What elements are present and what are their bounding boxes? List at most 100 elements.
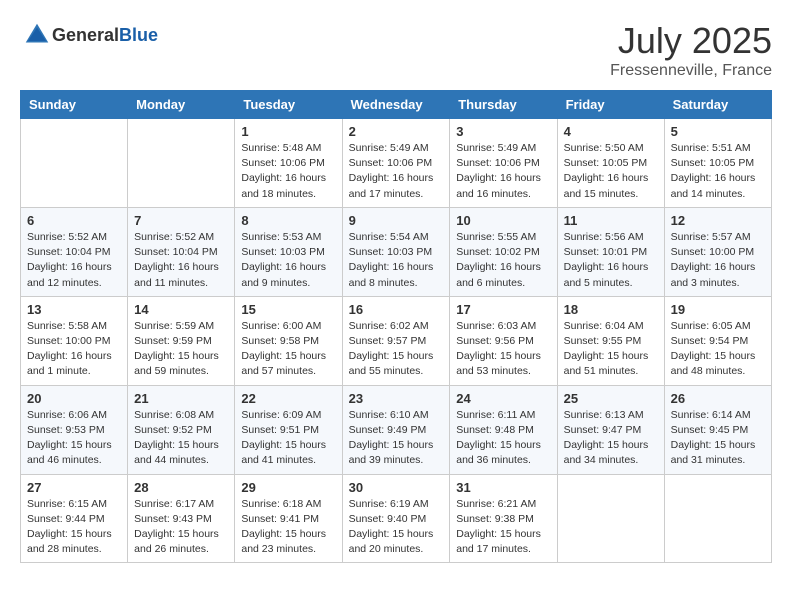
day-header-saturday: Saturday [664,91,771,119]
day-number: 12 [671,213,765,228]
day-info: Sunrise: 6:04 AMSunset: 9:55 PMDaylight:… [564,319,658,380]
day-number: 3 [456,124,550,139]
day-info: Sunrise: 5:55 AMSunset: 10:02 PMDaylight… [456,230,550,291]
day-info: Sunrise: 6:00 AMSunset: 9:58 PMDaylight:… [241,319,335,380]
day-number: 8 [241,213,335,228]
calendar-cell: 17 Sunrise: 6:03 AMSunset: 9:56 PMDayligh… [450,296,557,385]
calendar-cell: 3 Sunrise: 5:49 AMSunset: 10:06 PMDayligh… [450,119,557,208]
calendar-cell: 19 Sunrise: 6:05 AMSunset: 9:54 PMDayligh… [664,296,771,385]
day-number: 10 [456,213,550,228]
calendar-cell [21,119,128,208]
calendar-cell: 12 Sunrise: 5:57 AMSunset: 10:00 PMDaylig… [664,207,771,296]
day-info: Sunrise: 5:49 AMSunset: 10:06 PMDaylight… [349,141,444,202]
calendar-cell: 1 Sunrise: 5:48 AMSunset: 10:06 PMDayligh… [235,119,342,208]
day-info: Sunrise: 5:57 AMSunset: 10:00 PMDaylight… [671,230,765,291]
day-info: Sunrise: 6:13 AMSunset: 9:47 PMDaylight:… [564,408,658,469]
calendar-cell: 13 Sunrise: 5:58 AMSunset: 10:00 PMDaylig… [21,296,128,385]
calendar-week-3: 13 Sunrise: 5:58 AMSunset: 10:00 PMDaylig… [21,296,772,385]
calendar-cell: 29 Sunrise: 6:18 AMSunset: 9:41 PMDayligh… [235,474,342,563]
day-number: 19 [671,302,765,317]
day-info: Sunrise: 6:02 AMSunset: 9:57 PMDaylight:… [349,319,444,380]
day-info: Sunrise: 5:52 AMSunset: 10:04 PMDaylight… [134,230,228,291]
day-number: 25 [564,391,658,406]
calendar-cell: 24Sunrise: 6:11 AMSunset: 9:48 PMDayligh… [450,385,557,474]
day-number: 31 [456,480,550,495]
day-header-sunday: Sunday [21,91,128,119]
title-block: July 2025 Fressenneville, France [610,20,772,80]
day-number: 2 [349,124,444,139]
day-header-thursday: Thursday [450,91,557,119]
day-number: 9 [349,213,444,228]
day-number: 1 [241,124,335,139]
calendar-cell: 15 Sunrise: 6:00 AMSunset: 9:58 PMDayligh… [235,296,342,385]
calendar-cell: 30 Sunrise: 6:19 AMSunset: 9:40 PMDayligh… [342,474,450,563]
calendar-header-row: SundayMondayTuesdayWednesdayThursdayFrid… [21,91,772,119]
day-number: 15 [241,302,335,317]
day-number: 30 [349,480,444,495]
day-info: Sunrise: 5:54 AMSunset: 10:03 PMDaylight… [349,230,444,291]
day-header-monday: Monday [128,91,235,119]
logo-blue-text: Blue [119,25,158,45]
day-header-friday: Friday [557,91,664,119]
calendar-cell [664,474,771,563]
day-number: 4 [564,124,658,139]
day-number: 23 [349,391,444,406]
day-info: Sunrise: 6:15 AMSunset: 9:44 PMDaylight:… [27,497,121,558]
calendar-cell: 27 Sunrise: 6:15 AMSunset: 9:44 PMDayligh… [21,474,128,563]
day-info: Sunrise: 6:05 AMSunset: 9:54 PMDaylight:… [671,319,765,380]
day-number: 17 [456,302,550,317]
calendar-cell: 20 Sunrise: 6:06 AMSunset: 9:53 PMDayligh… [21,385,128,474]
day-info: Sunrise: 6:06 AMSunset: 9:53 PMDaylight:… [27,408,121,469]
calendar-cell: 7Sunrise: 5:52 AMSunset: 10:04 PMDayligh… [128,207,235,296]
day-number: 14 [134,302,228,317]
day-number: 21 [134,391,228,406]
day-header-tuesday: Tuesday [235,91,342,119]
day-number: 29 [241,480,335,495]
day-number: 27 [27,480,121,495]
day-number: 11 [564,213,658,228]
calendar-cell: 4Sunrise: 5:50 AMSunset: 10:05 PMDayligh… [557,119,664,208]
day-header-wednesday: Wednesday [342,91,450,119]
calendar-cell: 6 Sunrise: 5:52 AMSunset: 10:04 PMDayligh… [21,207,128,296]
day-number: 6 [27,213,121,228]
logo: GeneralBlue [20,20,158,50]
day-info: Sunrise: 6:08 AMSunset: 9:52 PMDaylight:… [134,408,228,469]
day-number: 22 [241,391,335,406]
day-info: Sunrise: 5:51 AMSunset: 10:05 PMDaylight… [671,141,765,202]
calendar-week-1: 1 Sunrise: 5:48 AMSunset: 10:06 PMDayligh… [21,119,772,208]
calendar-cell: 14 Sunrise: 5:59 AMSunset: 9:59 PMDayligh… [128,296,235,385]
day-number: 28 [134,480,228,495]
day-number: 5 [671,124,765,139]
day-info: Sunrise: 6:18 AMSunset: 9:41 PMDaylight:… [241,497,335,558]
calendar-week-2: 6 Sunrise: 5:52 AMSunset: 10:04 PMDayligh… [21,207,772,296]
day-info: Sunrise: 6:03 AMSunset: 9:56 PMDaylight:… [456,319,550,380]
day-info: Sunrise: 6:17 AMSunset: 9:43 PMDaylight:… [134,497,228,558]
calendar-cell: 18 Sunrise: 6:04 AMSunset: 9:55 PMDayligh… [557,296,664,385]
day-info: Sunrise: 6:11 AMSunset: 9:48 PMDaylight:… [456,408,550,469]
calendar-cell: 2 Sunrise: 5:49 AMSunset: 10:06 PMDayligh… [342,119,450,208]
day-number: 18 [564,302,658,317]
day-info: Sunrise: 5:59 AMSunset: 9:59 PMDaylight:… [134,319,228,380]
day-info: Sunrise: 6:10 AMSunset: 9:49 PMDaylight:… [349,408,444,469]
day-info: Sunrise: 5:58 AMSunset: 10:00 PMDaylight… [27,319,121,380]
day-info: Sunrise: 6:21 AMSunset: 9:38 PMDaylight:… [456,497,550,558]
calendar-cell [557,474,664,563]
calendar-cell [128,119,235,208]
day-number: 13 [27,302,121,317]
day-number: 16 [349,302,444,317]
day-info: Sunrise: 5:48 AMSunset: 10:06 PMDaylight… [241,141,335,202]
day-info: Sunrise: 5:49 AMSunset: 10:06 PMDaylight… [456,141,550,202]
day-info: Sunrise: 5:52 AMSunset: 10:04 PMDaylight… [27,230,121,291]
calendar-cell: 22 Sunrise: 6:09 AMSunset: 9:51 PMDayligh… [235,385,342,474]
day-info: Sunrise: 6:09 AMSunset: 9:51 PMDaylight:… [241,408,335,469]
calendar-cell: 16 Sunrise: 6:02 AMSunset: 9:57 PMDayligh… [342,296,450,385]
calendar-cell: 10 Sunrise: 5:55 AMSunset: 10:02 PMDaylig… [450,207,557,296]
day-number: 20 [27,391,121,406]
calendar-week-5: 27 Sunrise: 6:15 AMSunset: 9:44 PMDayligh… [21,474,772,563]
day-info: Sunrise: 6:19 AMSunset: 9:40 PMDaylight:… [349,497,444,558]
calendar-cell: 25 Sunrise: 6:13 AMSunset: 9:47 PMDayligh… [557,385,664,474]
calendar-cell: 5 Sunrise: 5:51 AMSunset: 10:05 PMDayligh… [664,119,771,208]
calendar-cell: 11Sunrise: 5:56 AMSunset: 10:01 PMDaylig… [557,207,664,296]
calendar-week-4: 20 Sunrise: 6:06 AMSunset: 9:53 PMDayligh… [21,385,772,474]
calendar-table: SundayMondayTuesdayWednesdayThursdayFrid… [20,90,772,563]
